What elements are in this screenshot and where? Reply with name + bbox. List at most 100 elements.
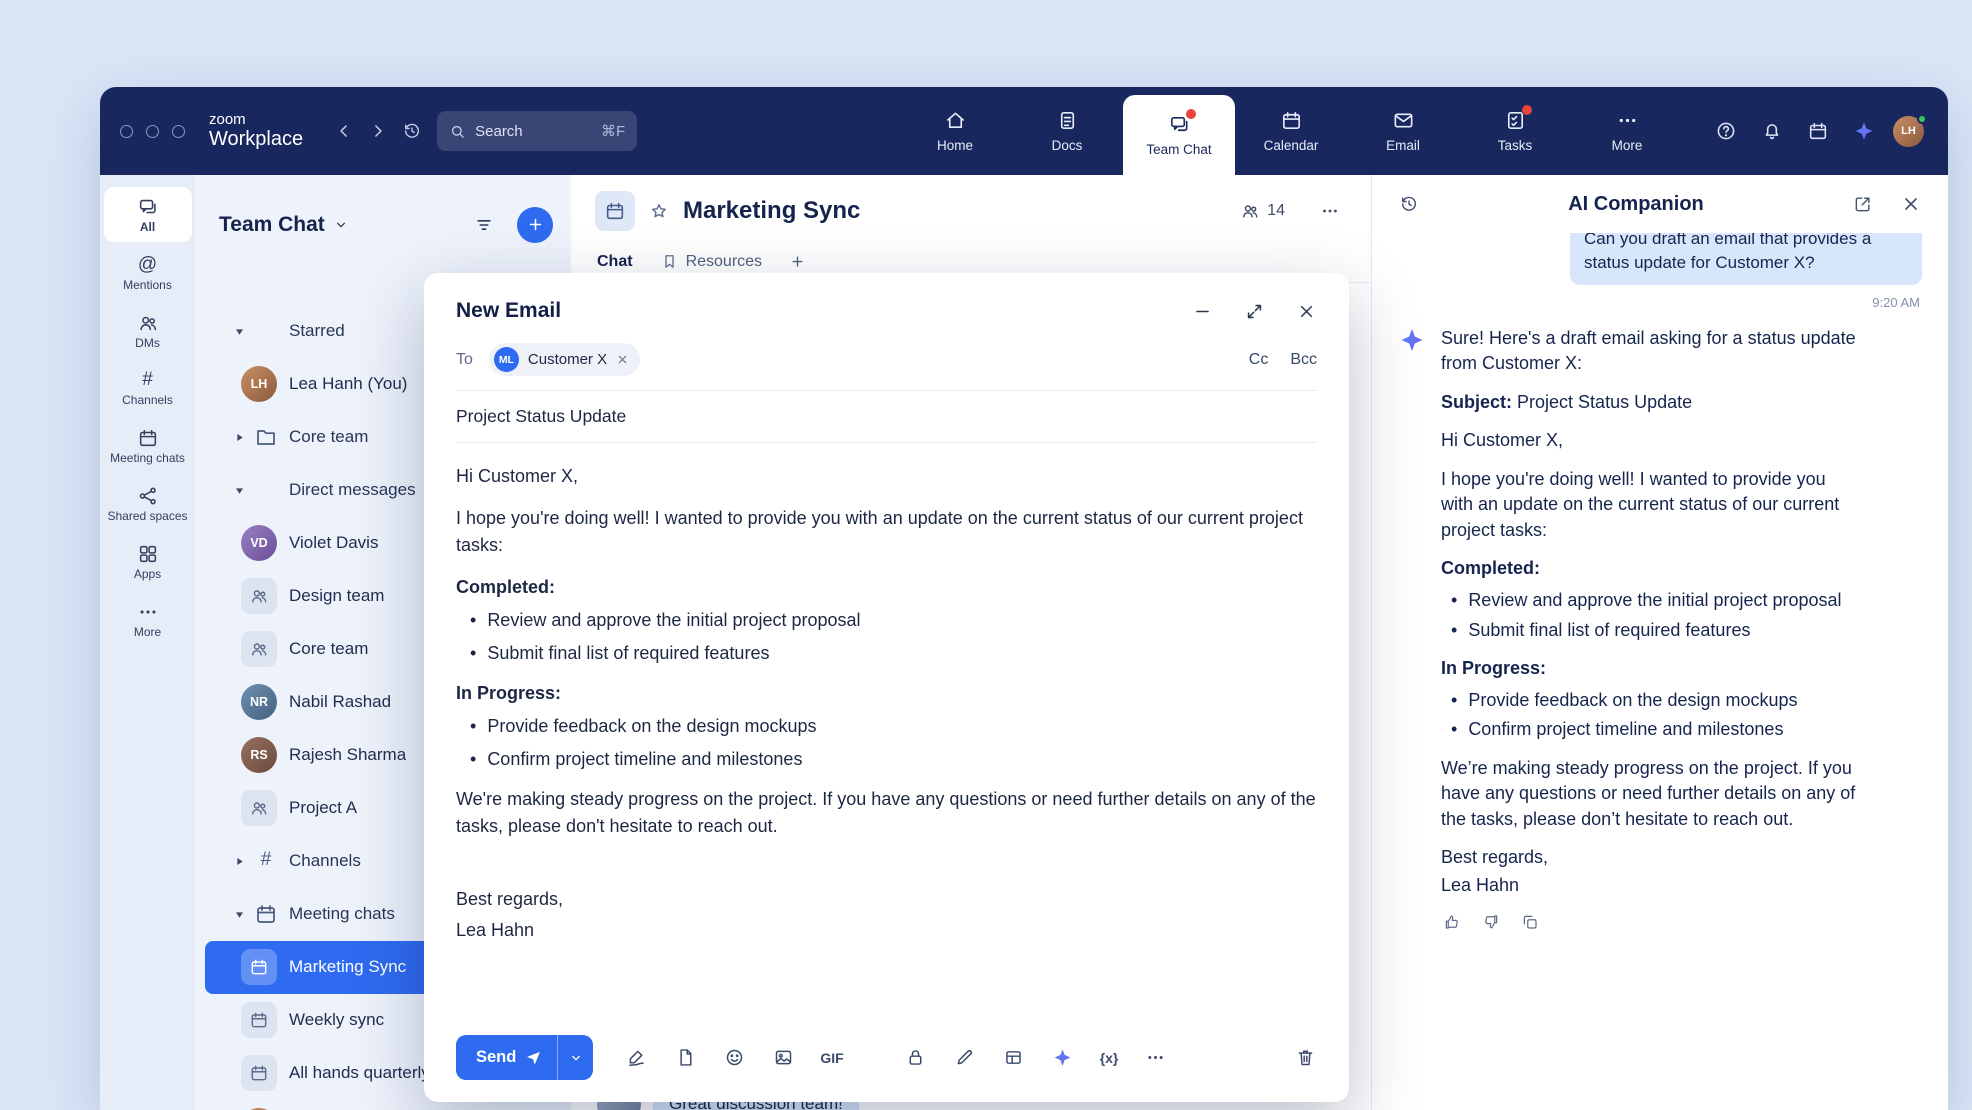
ai-compose-button[interactable] <box>1051 1046 1075 1070</box>
ai-history-button[interactable] <box>1392 187 1426 221</box>
more-icon <box>1616 109 1639 132</box>
chevron-down-icon[interactable] <box>333 217 349 233</box>
ai-open-window-button[interactable] <box>1846 187 1880 221</box>
close-button[interactable] <box>1295 300 1317 322</box>
copy-button[interactable] <box>1519 911 1541 933</box>
help-button[interactable] <box>1709 114 1743 148</box>
ai-inprogress-header: In Progress: <box>1441 656 1861 682</box>
cc-button[interactable]: Cc <box>1249 351 1269 369</box>
channel-title: Marketing Sync <box>683 197 860 225</box>
rail-item-apps[interactable]: Apps <box>104 534 192 589</box>
member-count[interactable]: 14 <box>1240 201 1285 221</box>
thumb-up-icon <box>1443 913 1461 931</box>
encrypt-button[interactable] <box>904 1046 928 1070</box>
send-button[interactable]: Send <box>456 1035 557 1080</box>
user-avatar[interactable]: LH <box>1893 116 1924 147</box>
email-body-editor[interactable]: Hi Customer X, I hope you're doing well!… <box>424 443 1349 1021</box>
new-chat-button[interactable] <box>517 207 553 243</box>
section-label: Core team <box>289 427 368 447</box>
signature-button[interactable] <box>624 1046 648 1070</box>
list-item-text: Provide feedback on the design mockups <box>1468 688 1797 714</box>
history-button[interactable] <box>395 114 429 148</box>
nav-item-home[interactable]: Home <box>899 87 1011 175</box>
notifications-button[interactable] <box>1755 114 1789 148</box>
compose-toolbar: Send GIF {x} <box>424 1021 1349 1102</box>
channel-more-button[interactable] <box>1313 194 1347 228</box>
nav-forward-button[interactable] <box>361 114 395 148</box>
window-minimize-button[interactable] <box>146 125 159 138</box>
bookmark-icon <box>661 253 678 270</box>
edit-button[interactable] <box>953 1046 977 1070</box>
nav-item-calendar[interactable]: Calendar <box>1235 87 1347 175</box>
thumbs-up-button[interactable] <box>1441 911 1463 933</box>
chevron-right-icon <box>368 121 388 141</box>
nav-back-button[interactable] <box>327 114 361 148</box>
nav-item-email[interactable]: Email <box>1347 87 1459 175</box>
nav-item-more[interactable]: More <box>1571 87 1683 175</box>
minimize-button[interactable] <box>1191 300 1213 322</box>
rail-item-shared-spaces[interactable]: Shared spaces <box>104 476 192 531</box>
rail-item-more[interactable]: More <box>104 592 192 647</box>
subject-field[interactable]: Project Status Update <box>424 391 1349 442</box>
ai-companion-button[interactable] <box>1847 114 1881 148</box>
window-zoom-button[interactable] <box>172 125 185 138</box>
group-icon <box>241 578 277 614</box>
ai-close-button[interactable] <box>1894 187 1928 221</box>
window-close-button[interactable] <box>120 125 133 138</box>
discard-draft-button[interactable] <box>1293 1046 1317 1070</box>
triangle-down-icon <box>233 908 246 921</box>
recipient-chip[interactable]: ML Customer X <box>489 343 640 376</box>
attach-file-button[interactable] <box>673 1046 697 1070</box>
nav-item-team-chat[interactable]: Team Chat <box>1123 95 1235 175</box>
external-link-icon <box>1853 194 1873 214</box>
rail-label: Mentions <box>123 279 172 293</box>
chat-label: Lea Hanh (You) <box>289 374 407 394</box>
triangle-right-icon <box>233 855 246 868</box>
toolbar-more-button[interactable] <box>1143 1046 1167 1070</box>
notification-dot <box>1186 109 1196 119</box>
star-channel-button[interactable] <box>649 201 669 221</box>
nav-item-docs[interactable]: Docs <box>1011 87 1123 175</box>
search-shortcut: ⌘F <box>601 122 625 140</box>
search-input[interactable]: Search ⌘F <box>437 111 637 151</box>
rail-item-mentions[interactable]: @ Mentions <box>104 245 192 300</box>
new-email-modal: New Email To ML Customer X Cc Bcc Projec… <box>424 273 1349 1102</box>
rail-item-all[interactable]: All <box>104 187 192 242</box>
variables-button[interactable]: {x} <box>1100 1050 1119 1066</box>
list-item: Provide feedback on the design mockups <box>456 713 1317 740</box>
ai-conversation[interactable]: Can you draft an email that provides a s… <box>1372 233 1948 1110</box>
list-item: Confirm project timeline and milestones <box>456 746 1317 773</box>
filter-button[interactable] <box>467 208 501 242</box>
template-button[interactable] <box>1002 1046 1026 1070</box>
recipient-row: To ML Customer X Cc Bcc <box>424 339 1349 390</box>
gif-button[interactable]: GIF <box>820 1050 843 1066</box>
insert-image-button[interactable] <box>771 1046 795 1070</box>
thumbs-down-button[interactable] <box>1480 911 1502 933</box>
nav-item-tasks[interactable]: Tasks <box>1459 87 1571 175</box>
chat-label: All hands quarterly <box>289 1063 430 1083</box>
calendar-icon <box>137 427 159 449</box>
expand-button[interactable] <box>1243 300 1265 322</box>
chat-list-title[interactable]: Team Chat <box>219 213 325 237</box>
triangle-down-icon <box>233 325 246 338</box>
ai-signature: Lea Hahn <box>1441 873 1861 899</box>
plus-icon <box>527 216 544 233</box>
question-icon <box>1715 120 1737 142</box>
email-closing: We're making steady progress on the proj… <box>456 786 1317 840</box>
rail-item-dms[interactable]: DMs <box>104 303 192 358</box>
ai-subject-line: Subject: Project Status Update <box>1441 390 1861 416</box>
upcoming-events-button[interactable] <box>1801 114 1835 148</box>
thumb-down-icon <box>1482 913 1500 931</box>
rail-item-channels[interactable]: # Channels <box>104 360 192 415</box>
rail-label: More <box>134 626 161 640</box>
list-item-text: Submit final list of required features <box>1468 618 1750 644</box>
chat-list-actions <box>467 207 553 243</box>
calendar-icon <box>1280 109 1303 132</box>
emoji-button[interactable] <box>722 1046 746 1070</box>
avatar: LH <box>241 366 277 402</box>
rail-item-meeting-chats[interactable]: Meeting chats <box>104 418 192 473</box>
zoom-workplace-logo: zoom Workplace <box>209 112 303 151</box>
bcc-button[interactable]: Bcc <box>1290 351 1317 369</box>
send-options-button[interactable] <box>557 1035 593 1080</box>
remove-recipient-button[interactable] <box>616 353 629 366</box>
